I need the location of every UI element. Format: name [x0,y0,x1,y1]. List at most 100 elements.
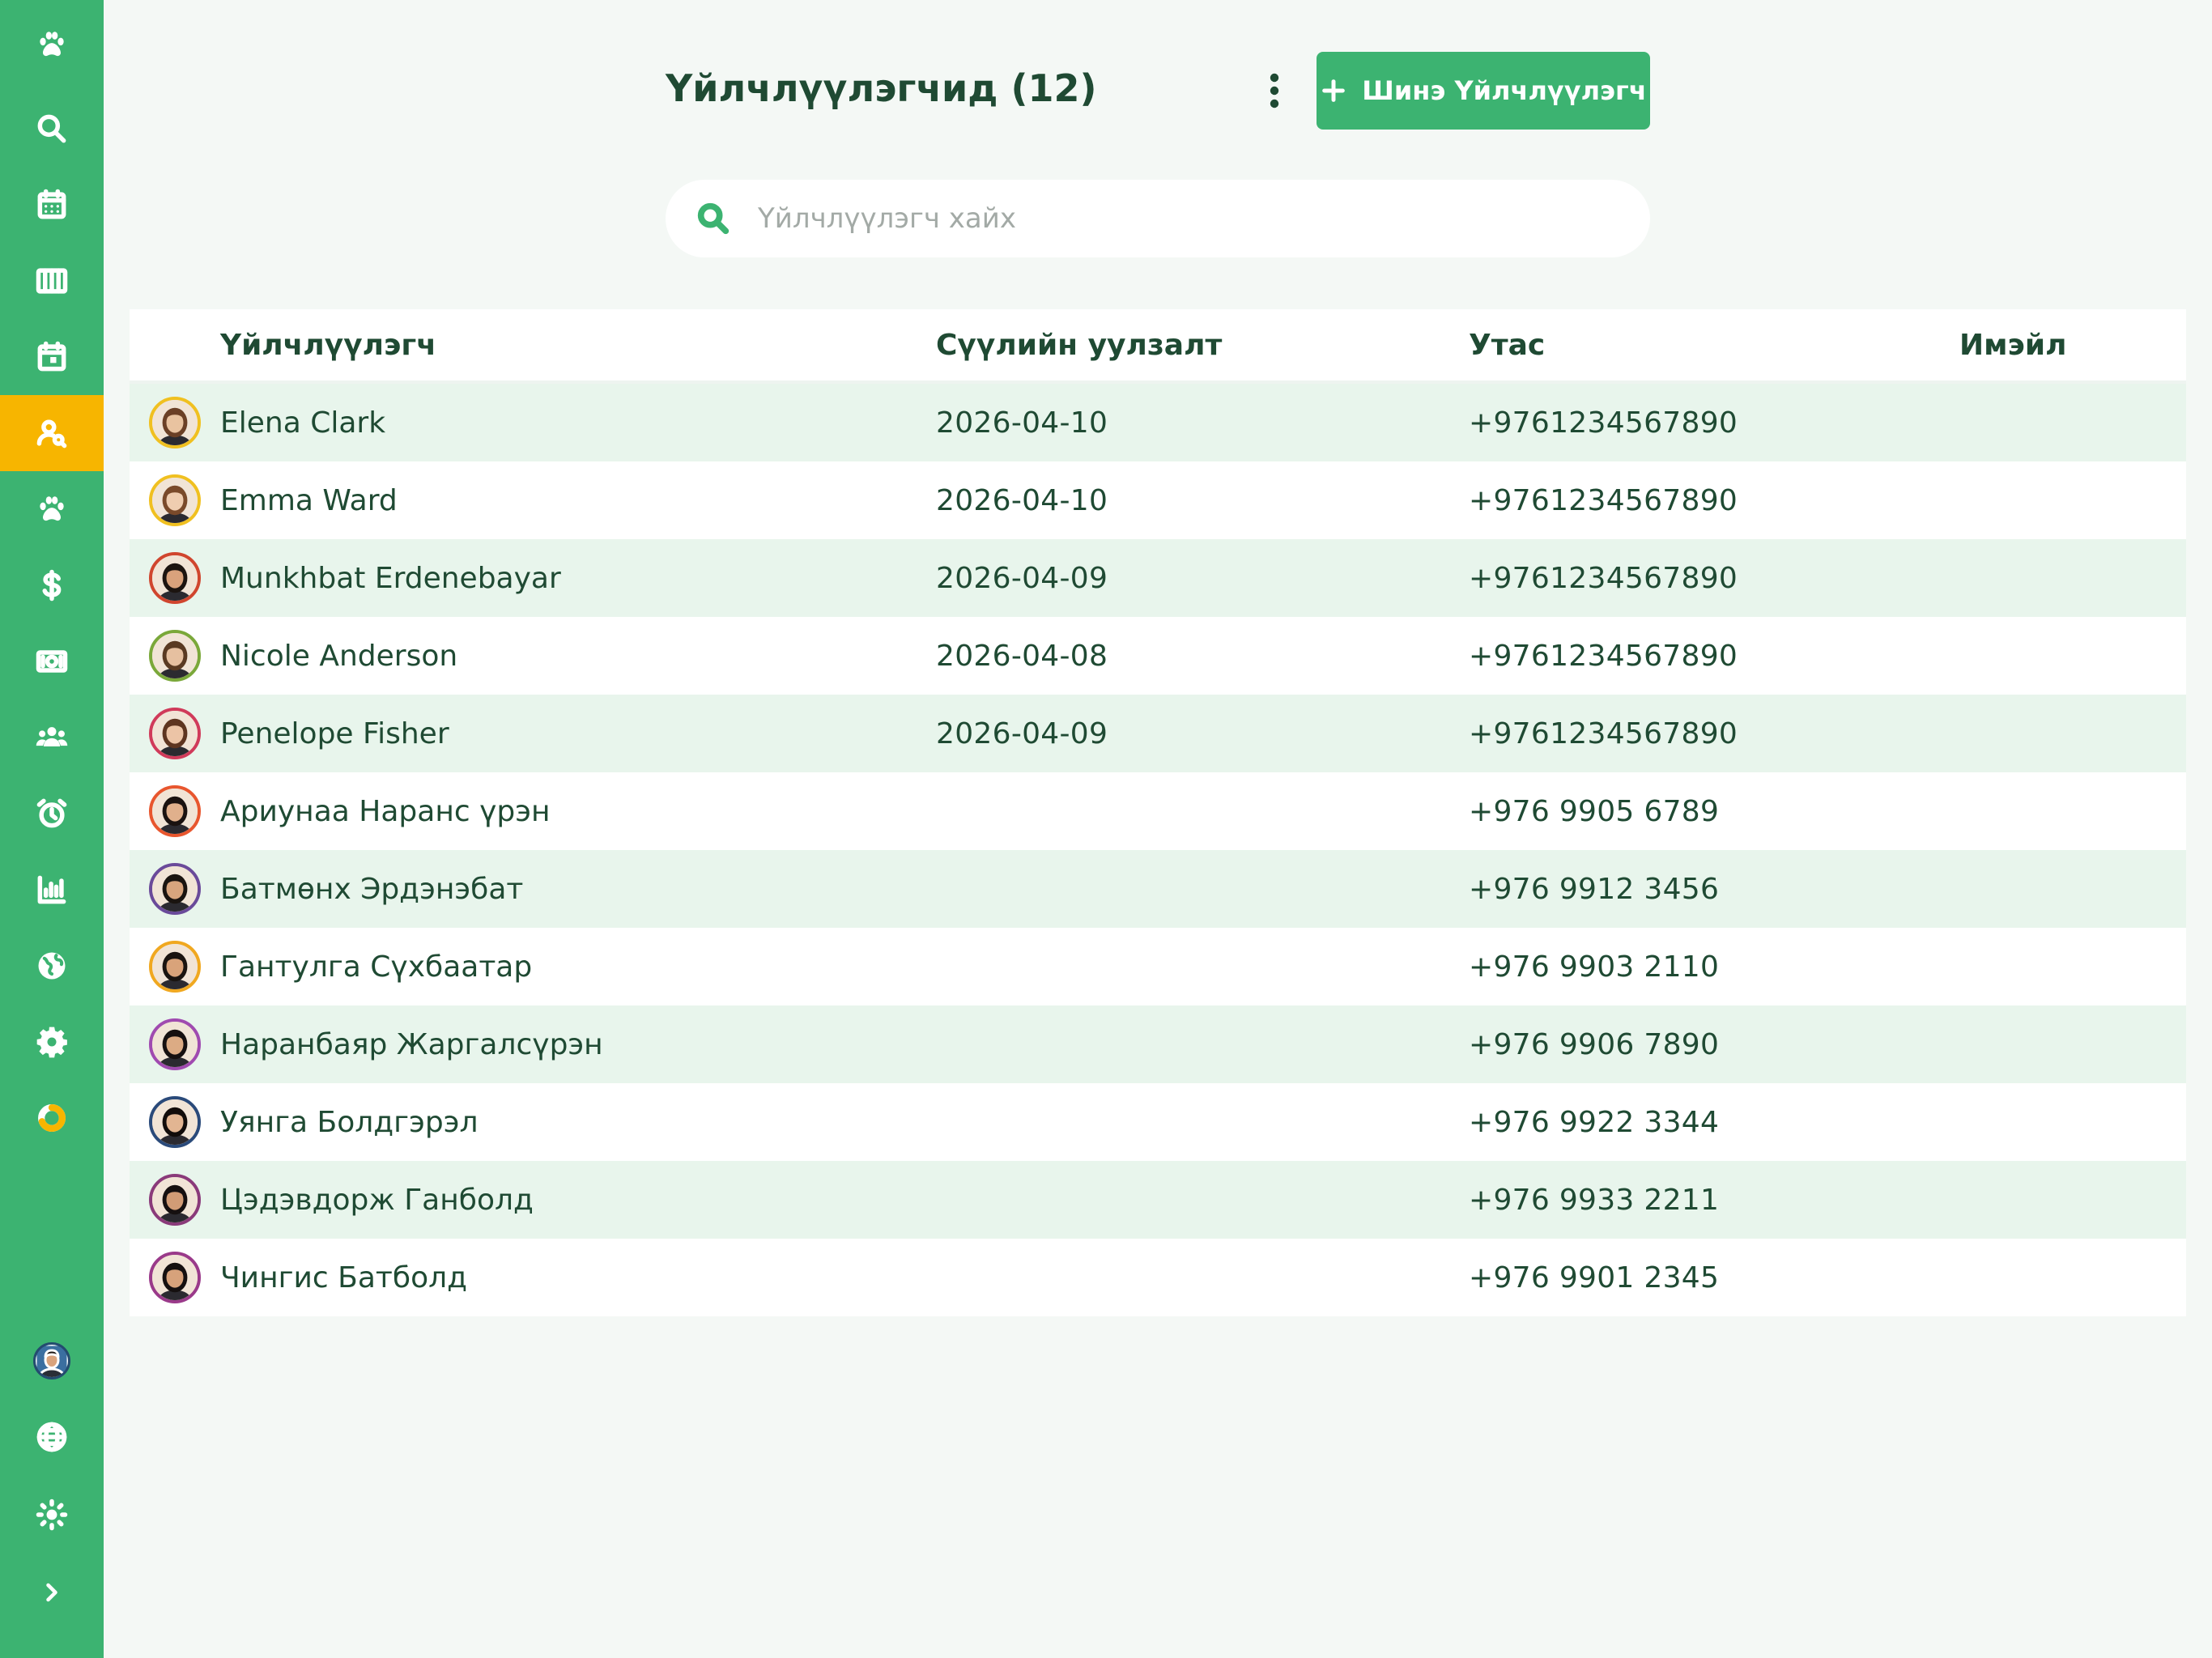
table-row[interactable]: Гантулга Сүхбаатар +976 9903 2110 [130,928,2186,1005]
column-header-last-visit[interactable]: Сүүлийн уулзалт [936,329,1469,362]
table-row[interactable]: Penelope Fisher 2026-04-09 +9761234567890 [130,695,2186,772]
sidebar-item-web[interactable] [0,928,104,1004]
bar-chart-icon [37,875,66,904]
new-client-button-label: Шинэ Үйлчлүүлэгч [1362,75,1647,106]
phone: +976 9905 6789 [1469,794,1720,828]
last-visit: 2026-04-08 [936,639,1108,673]
client-photo [152,555,198,601]
table-row[interactable]: Чингис Батболд +976 9901 2345 [130,1239,2186,1316]
avatar [149,552,201,604]
avatar [33,1342,70,1380]
avatar [149,1252,201,1303]
sidebar-item-stats[interactable] [0,1080,104,1156]
client-photo [152,1177,198,1222]
globe-language-icon [36,1422,67,1452]
table-body: Elena Clark 2026-04-10 +9761234567890 Emma … [130,384,2186,1316]
last-visit: 2026-04-10 [936,483,1108,517]
gear-icon [36,1027,67,1058]
last-visit: 2026-04-09 [936,561,1108,595]
table-row[interactable]: Nicole Anderson 2026-04-08 +9761234567890 [130,617,2186,695]
client-name: Чингис Батболд [220,1261,468,1295]
phone: +9761234567890 [1469,639,1738,673]
vertical-dots-icon [1270,73,1279,108]
table-row[interactable]: Уянга Болдгэрэл +976 9922 3344 [130,1083,2186,1161]
avatar [149,863,201,915]
sidebar-item-reports[interactable] [0,852,104,928]
table-row[interactable]: Emma Ward 2026-04-10 +9761234567890 [130,461,2186,539]
avatar [149,1096,201,1148]
users-icon [36,727,68,746]
sidebar-item-board[interactable] [0,243,104,319]
sidebar-item-team[interactable] [0,699,104,776]
column-header-phone[interactable]: Утас [1469,329,1959,362]
phone: +9761234567890 [1469,483,1738,517]
sidebar-theme-toggle[interactable] [0,1477,104,1553]
sidebar-item-settings[interactable] [0,1004,104,1080]
last-visit: 2026-04-10 [936,406,1108,440]
phone: +9761234567890 [1469,561,1738,595]
sidebar-item-payments[interactable] [0,547,104,623]
client-name: Гантулга Сүхбаатар [220,950,533,984]
search-icon [697,202,730,235]
clients-table: Үйлчлүүлэгч Сүүлийн уулзалт Утас Имэйл E… [130,309,2186,1316]
avatar [149,1174,201,1226]
sidebar-item-calendar[interactable] [0,167,104,243]
search-icon [37,114,66,143]
phone: +976 9933 2211 [1469,1183,1720,1217]
sidebar-item-search[interactable] [0,91,104,167]
table-row[interactable]: Ариунаа Наранс үрэн +976 9905 6789 [130,772,2186,850]
client-photo [152,789,198,834]
dollar-icon [42,569,62,602]
more-options-button[interactable] [1257,68,1292,113]
table-row[interactable]: Батмөнх Эрдэнэбат +976 9912 3456 [130,850,2186,928]
sidebar-item-schedule[interactable] [0,319,104,395]
phone: +976 9912 3456 [1469,872,1720,906]
column-header-client[interactable]: Үйлчлүүлэгч [220,329,936,362]
sidebar-item-clients[interactable] [0,395,104,471]
client-name: Цэдэвдорж Ганболд [220,1183,534,1217]
globe-icon [38,952,66,980]
calendar-day-icon [37,341,66,372]
sidebar [0,0,104,1658]
client-photo [152,400,198,445]
client-name: Наранбаяр Жаргалсүрэн [220,1027,603,1061]
sidebar-item-pets[interactable] [0,471,104,547]
table-row[interactable]: Munkhbat Erdenebayar 2026-04-09 +976123456… [130,539,2186,617]
table-row[interactable]: Цэдэвдорж Ганболд +976 9933 2211 [130,1161,2186,1239]
client-name: Ариунаа Наранс үрэн [220,794,551,828]
avatar [149,785,201,837]
paw-icon [40,32,64,57]
client-photo [152,478,198,523]
donut-chart-icon [38,1104,66,1132]
sidebar-item-reminders[interactable] [0,776,104,852]
sidebar-logo-paw[interactable] [0,6,104,83]
plus-icon [1322,79,1346,102]
calendar-grid-icon [37,189,66,219]
client-name: Nicole Anderson [220,639,458,673]
sidebar-language[interactable] [0,1399,104,1475]
columns-icon [36,268,68,294]
table-row[interactable]: Elena Clark 2026-04-10 +9761234567890 [130,384,2186,461]
client-name: Munkhbat Erdenebayar [220,561,561,595]
phone: +976 9906 7890 [1469,1027,1720,1061]
page-title: Үйлчлүүлэгчид (12) [666,66,1097,110]
paw-icon [40,496,64,521]
sidebar-item-cash[interactable] [0,623,104,699]
search-bar [666,180,1650,257]
client-photo [152,633,198,678]
table-row[interactable]: Наранбаяр Жаргалсүрэн +976 9906 7890 [130,1005,2186,1083]
cash-icon [36,650,68,673]
search-input[interactable] [758,202,1568,235]
column-header-email[interactable]: Имэйл [1959,329,2186,362]
client-photo [152,1255,198,1300]
phone: +976 9901 2345 [1469,1261,1720,1295]
table-header: Үйлчлүүлэгч Сүүлийн уулзалт Утас Имэйл [130,309,2186,384]
avatar [149,1018,201,1070]
phone: +976 9922 3344 [1469,1105,1720,1139]
sidebar-user-avatar[interactable] [0,1323,104,1399]
client-name: Уянга Болдгэрэл [220,1105,479,1139]
phone: +9761234567890 [1469,406,1738,440]
avatar [149,474,201,526]
new-client-button[interactable]: Шинэ Үйлчлүүлэгч [1317,52,1650,130]
sidebar-expand[interactable] [0,1554,104,1630]
